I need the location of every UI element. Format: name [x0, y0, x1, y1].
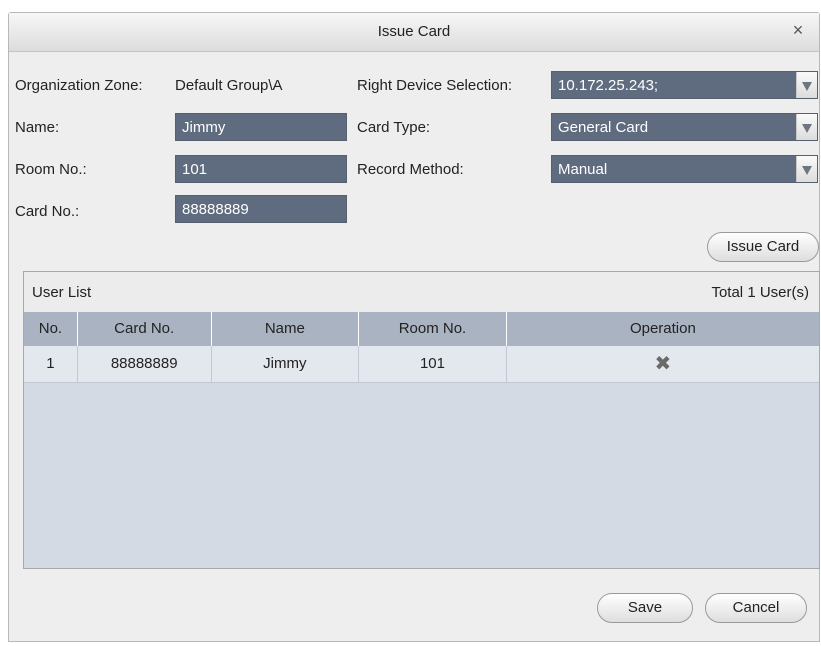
column-header-operation[interactable]: Operation: [507, 312, 819, 346]
title-bar[interactable]: Issue Card ×: [9, 13, 819, 52]
dropdown-arrow-icon[interactable]: [796, 72, 817, 98]
dialog-title: Issue Card: [377, 23, 451, 40]
user-list-header: User List Total 1 User(s): [24, 272, 819, 313]
column-header-card-no[interactable]: Card No.: [78, 312, 212, 346]
user-total: Total 1 User(s): [711, 284, 809, 301]
dropdown-arrow-icon[interactable]: [796, 156, 817, 182]
cancel-button[interactable]: Cancel: [705, 593, 807, 623]
save-button[interactable]: Save: [597, 593, 693, 623]
close-button[interactable]: ×: [787, 19, 809, 41]
user-total-count: 1: [747, 284, 756, 301]
issue-card-dialog: Issue Card × Organization Zone: Default …: [8, 12, 820, 642]
record-method-value: Manual: [558, 161, 608, 178]
column-header-name[interactable]: Name: [212, 312, 360, 346]
dropdown-arrow-icon[interactable]: [796, 114, 817, 140]
organization-zone-value: Default Group\A: [175, 77, 283, 94]
row-card-no: 88888889: [78, 346, 212, 382]
record-method-dropdown[interactable]: Manual: [551, 155, 818, 183]
card-no-label: Card No.:: [15, 203, 80, 220]
delete-x-icon[interactable]: ✖: [655, 353, 672, 375]
user-list-title: User List: [32, 284, 92, 301]
user-total-label: Total: [711, 284, 744, 301]
row-name: Jimmy: [212, 346, 360, 382]
column-header-room-no[interactable]: Room No.: [359, 312, 507, 346]
user-table-header: No. Card No. Name Room No. Operation: [24, 312, 819, 346]
card-type-dropdown[interactable]: General Card: [551, 113, 818, 141]
row-operation: ✖: [507, 346, 819, 382]
issue-card-button[interactable]: Issue Card: [707, 232, 819, 262]
user-total-unit: User(s): [759, 284, 809, 301]
row-room-no: 101: [359, 346, 507, 382]
card-type-value: General Card: [558, 119, 649, 136]
right-device-selection-value: 10.172.25.243;: [558, 77, 659, 94]
organization-zone-label: Organization Zone:: [15, 77, 143, 94]
name-label: Name:: [15, 119, 60, 136]
column-header-no[interactable]: No.: [24, 312, 78, 346]
room-no-field[interactable]: 101: [175, 155, 347, 183]
name-field[interactable]: Jimmy: [175, 113, 347, 141]
card-no-field[interactable]: 88888889: [175, 195, 347, 223]
card-type-label: Card Type:: [357, 119, 431, 136]
record-method-label: Record Method:: [357, 161, 464, 178]
user-list-panel: User List Total 1 User(s) No. Card No. N…: [23, 271, 820, 569]
room-no-label: Room No.:: [15, 161, 87, 178]
row-no: 1: [24, 346, 78, 382]
right-device-selection-label: Right Device Selection:: [357, 77, 513, 94]
table-row[interactable]: 1 88888889 Jimmy 101 ✖: [24, 346, 819, 383]
right-device-selection-dropdown[interactable]: 10.172.25.243;: [551, 71, 818, 99]
